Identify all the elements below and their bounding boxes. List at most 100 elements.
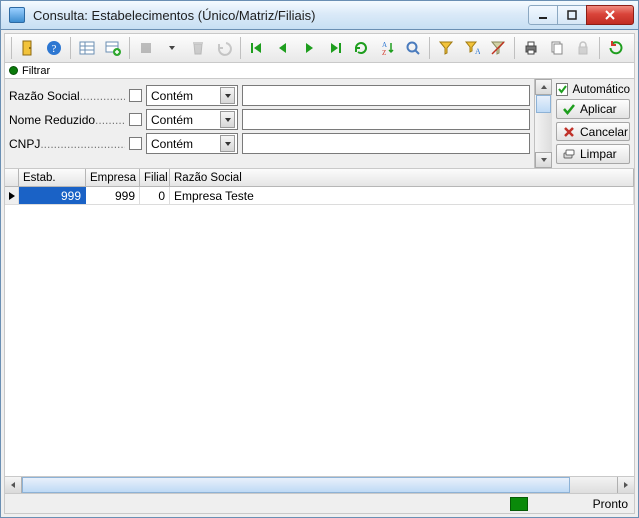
undo-icon[interactable] bbox=[212, 36, 236, 60]
filter-rows: Razão Social Contém Nome Reduzido Contém bbox=[5, 79, 534, 168]
scroll-thumb[interactable] bbox=[536, 95, 551, 113]
chevron-down-icon bbox=[220, 87, 235, 104]
filter-operator-select[interactable]: Contém bbox=[146, 85, 238, 106]
app-icon bbox=[9, 7, 25, 23]
filter-label: Nome Reduzido bbox=[9, 113, 125, 127]
chevron-down-icon bbox=[220, 111, 235, 128]
automatic-checkbox[interactable]: Automático bbox=[556, 83, 630, 96]
row-indicator-icon bbox=[5, 187, 19, 204]
sort-az-icon[interactable]: AZ bbox=[375, 36, 399, 60]
funnel-strike-icon[interactable] bbox=[486, 36, 510, 60]
checkbox-icon bbox=[556, 83, 568, 96]
eraser-icon bbox=[563, 148, 575, 160]
scroll-up-button[interactable] bbox=[535, 79, 552, 95]
chevron-down-icon bbox=[220, 135, 235, 152]
maximize-button[interactable] bbox=[557, 5, 587, 25]
cell-filial[interactable]: 0 bbox=[140, 187, 170, 204]
minimize-button[interactable] bbox=[528, 5, 558, 25]
check-icon bbox=[563, 103, 575, 115]
table-row[interactable]: 999 999 0 Empresa Teste bbox=[5, 187, 634, 205]
trash-icon[interactable] bbox=[186, 36, 210, 60]
grid-view-icon[interactable] bbox=[75, 36, 99, 60]
cancel-button[interactable]: Cancelar bbox=[556, 122, 630, 142]
filter-panel: Razão Social Contém Nome Reduzido Contém bbox=[4, 79, 635, 169]
data-grid: Estab. Empresa Filial Razão Social 999 9… bbox=[4, 169, 635, 477]
apply-label: Aplicar bbox=[580, 102, 617, 116]
filter-row-cnpj: CNPJ Contém bbox=[9, 133, 530, 154]
grid-header: Estab. Empresa Filial Razão Social bbox=[5, 169, 634, 187]
filter-header-label: Filtrar bbox=[22, 65, 50, 77]
zoom-icon[interactable] bbox=[401, 36, 425, 60]
row-indicator-header bbox=[5, 169, 19, 186]
filter-header: Filtrar bbox=[4, 63, 635, 79]
help-icon[interactable]: ? bbox=[42, 36, 66, 60]
funnel-icon[interactable] bbox=[434, 36, 458, 60]
status-text: Pronto bbox=[538, 497, 628, 511]
dropdown-arrow-icon[interactable] bbox=[160, 36, 184, 60]
filter-enable-checkbox[interactable] bbox=[129, 137, 142, 150]
door-exit-icon[interactable] bbox=[16, 36, 40, 60]
col-header-estab[interactable]: Estab. bbox=[19, 169, 86, 186]
filter-operator-select[interactable]: Contém bbox=[146, 109, 238, 130]
status-dot-icon bbox=[9, 66, 18, 75]
cell-razao[interactable]: Empresa Teste bbox=[170, 187, 634, 204]
scroll-left-button[interactable] bbox=[5, 477, 22, 493]
filter-operator-value: Contém bbox=[151, 113, 193, 127]
col-header-empresa[interactable]: Empresa bbox=[86, 169, 140, 186]
copy-icon[interactable] bbox=[545, 36, 569, 60]
lock-icon[interactable] bbox=[571, 36, 595, 60]
filter-operator-select[interactable]: Contém bbox=[146, 133, 238, 154]
title-bar: Consulta: Estabelecimentos (Único/Matriz… bbox=[0, 0, 639, 30]
filter-actions: Automático Aplicar Cancelar Limpar bbox=[552, 79, 634, 168]
filter-label: Razão Social bbox=[9, 89, 125, 103]
refresh-alt-icon[interactable] bbox=[604, 36, 628, 60]
scroll-thumb[interactable] bbox=[22, 477, 570, 493]
col-header-filial[interactable]: Filial bbox=[140, 169, 170, 186]
cell-estab[interactable]: 999 bbox=[19, 187, 86, 204]
main-toolbar: ? AZ A bbox=[4, 33, 635, 63]
svg-text:Z: Z bbox=[382, 49, 386, 56]
apply-button[interactable]: Aplicar bbox=[556, 99, 630, 119]
clear-label: Limpar bbox=[580, 147, 617, 161]
print-icon[interactable] bbox=[519, 36, 543, 60]
filter-operator-value: Contém bbox=[151, 137, 193, 151]
window-buttons bbox=[529, 5, 634, 25]
filter-label: CNPJ bbox=[9, 137, 125, 151]
grid-body[interactable]: 999 999 0 Empresa Teste bbox=[5, 187, 634, 476]
grid-add-icon[interactable] bbox=[101, 36, 125, 60]
svg-text:?: ? bbox=[52, 43, 57, 55]
nav-last-icon[interactable] bbox=[323, 36, 347, 60]
scroll-track[interactable] bbox=[22, 477, 617, 493]
scroll-down-button[interactable] bbox=[535, 152, 552, 168]
refresh-icon[interactable] bbox=[349, 36, 373, 60]
filter-value-input[interactable] bbox=[242, 109, 530, 130]
filter-enable-checkbox[interactable] bbox=[129, 113, 142, 126]
svg-text:A: A bbox=[382, 41, 387, 49]
filter-row-razao-social: Razão Social Contém bbox=[9, 85, 530, 106]
filter-operator-value: Contém bbox=[151, 89, 193, 103]
window-title: Consulta: Estabelecimentos (Único/Matriz… bbox=[33, 8, 521, 23]
funnel-a-icon[interactable]: A bbox=[460, 36, 484, 60]
automatic-label: Automático bbox=[572, 84, 630, 96]
stop-icon[interactable] bbox=[134, 36, 158, 60]
col-header-razao[interactable]: Razão Social bbox=[170, 169, 634, 186]
filter-value-input[interactable] bbox=[242, 133, 530, 154]
client-area: ? AZ A Filtrar Razão S bbox=[0, 30, 639, 518]
filter-enable-checkbox[interactable] bbox=[129, 89, 142, 102]
status-indicator-icon bbox=[510, 497, 528, 511]
scroll-right-button[interactable] bbox=[617, 477, 634, 493]
status-bar: Pronto bbox=[4, 494, 635, 514]
nav-next-icon[interactable] bbox=[297, 36, 321, 60]
nav-first-icon[interactable] bbox=[245, 36, 269, 60]
close-button[interactable] bbox=[586, 5, 634, 25]
nav-prev-icon[interactable] bbox=[271, 36, 295, 60]
cell-empresa[interactable]: 999 bbox=[86, 187, 140, 204]
horizontal-scrollbar[interactable] bbox=[4, 477, 635, 494]
cancel-label: Cancelar bbox=[580, 125, 628, 139]
clear-button[interactable]: Limpar bbox=[556, 144, 630, 164]
svg-text:A: A bbox=[475, 47, 480, 56]
x-icon bbox=[563, 126, 575, 138]
filter-value-input[interactable] bbox=[242, 85, 530, 106]
filter-scrollbar[interactable] bbox=[534, 79, 552, 168]
filter-row-nome-reduzido: Nome Reduzido Contém bbox=[9, 109, 530, 130]
